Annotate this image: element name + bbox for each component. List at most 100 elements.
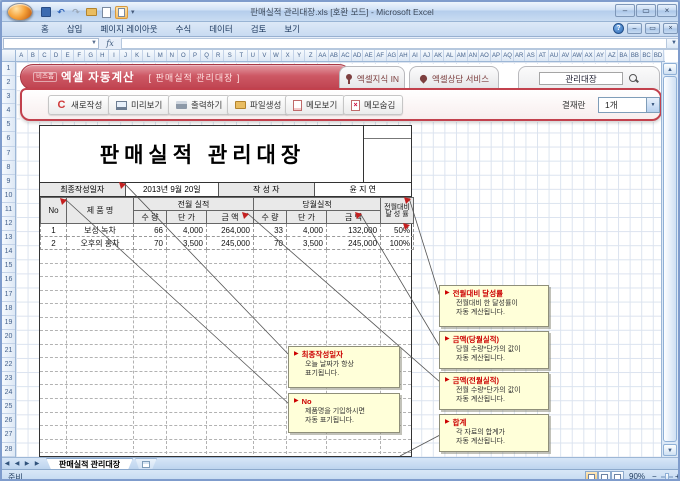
cell[interactable]: 132,000 (325, 223, 382, 237)
row-header-22[interactable]: 22 (2, 358, 15, 373)
ribbon-tab-2[interactable]: 페이지 레이아웃 (91, 22, 166, 36)
column-header-M[interactable]: M (155, 50, 167, 61)
column-header-J[interactable]: J (120, 50, 132, 61)
cell[interactable]: 3,500 (166, 236, 207, 250)
column-header-R[interactable]: R (213, 50, 225, 61)
row-header-7[interactable]: 7 (2, 147, 15, 161)
row-header-12[interactable]: 12 (2, 217, 15, 232)
column-header-AL[interactable]: AL (444, 50, 456, 61)
column-header-AZ[interactable]: AZ (606, 50, 619, 61)
empty-row[interactable] (40, 264, 411, 278)
author-value[interactable]: 윤 지 연 (315, 183, 411, 196)
vertical-scroll-thumb[interactable] (663, 76, 677, 442)
banner-button-5[interactable]: × 메모숨김 (343, 95, 404, 115)
print-preview-icon[interactable] (100, 6, 112, 18)
row-header-25[interactable]: 25 (2, 400, 15, 415)
column-header-AQ[interactable]: AQ (502, 50, 514, 61)
row-header-11[interactable]: 11 (2, 203, 15, 218)
column-header-BA[interactable]: BA (618, 50, 630, 61)
column-header-AS[interactable]: AS (525, 50, 538, 61)
row-header-8[interactable]: 8 (2, 161, 15, 175)
column-header-O[interactable]: O (178, 50, 190, 61)
row-header-18[interactable]: 18 (2, 302, 15, 316)
column-header-N[interactable]: N (167, 50, 179, 61)
row-header-4[interactable]: 4 (2, 104, 15, 119)
zoom-level[interactable]: 90% (629, 472, 645, 479)
banner-button-3[interactable]: 파일생성 (227, 95, 290, 115)
zoom-out-icon[interactable]: − (652, 472, 657, 479)
ribbon-tab-3[interactable]: 수식 (167, 22, 201, 36)
column-header-V[interactable]: V (259, 50, 271, 61)
group-curr-header[interactable]: 당월실적 (252, 197, 382, 211)
col-product-header[interactable]: 제 품 명 (66, 197, 134, 224)
col-rate-header[interactable]: 전월대비 달 성 률 (380, 197, 415, 224)
cell[interactable]: 66 (133, 223, 167, 237)
name-box[interactable]: ▼ (3, 37, 99, 49)
row-header-6[interactable]: 6 (2, 132, 15, 147)
column-header-AC[interactable]: AC (340, 50, 352, 61)
column-header-AI[interactable]: AI (410, 50, 422, 61)
column-header-AK[interactable]: AK (433, 50, 445, 61)
column-header-BC[interactable]: BC (641, 50, 653, 61)
cell[interactable]: 70 (253, 236, 287, 250)
insert-worksheet-tab[interactable] (135, 458, 157, 470)
help-icon[interactable]: ? (613, 23, 624, 34)
last-date-value[interactable]: 2013년 9월 20일 (126, 183, 220, 196)
cell[interactable]: 264,000 (206, 223, 254, 237)
column-header-F[interactable]: F (74, 50, 86, 61)
column-header-C[interactable]: C (39, 50, 51, 61)
column-header-A[interactable]: A (16, 50, 28, 61)
column-header-W[interactable]: W (271, 50, 283, 61)
column-header-AU[interactable]: AU (549, 50, 561, 61)
row-header-14[interactable]: 14 (2, 245, 15, 260)
save-icon[interactable] (40, 6, 52, 18)
empty-row[interactable] (40, 304, 411, 318)
workbook-restore-button[interactable]: ▭ (645, 23, 660, 34)
row-header-28[interactable]: 28 (2, 443, 15, 457)
cell[interactable]: 245,000 (206, 236, 254, 250)
column-header-AW[interactable]: AW (572, 50, 584, 61)
row-header-20[interactable]: 20 (2, 330, 15, 344)
row-header-3[interactable]: 3 (2, 90, 15, 105)
cell[interactable]: 33 (253, 223, 287, 237)
name-box-dropdown-icon[interactable]: ▼ (91, 40, 97, 46)
col-no-header[interactable]: No (40, 197, 67, 224)
column-header-H[interactable]: H (97, 50, 109, 61)
row-header-23[interactable]: 23 (2, 372, 15, 387)
column-header-AX[interactable]: AX (583, 50, 595, 61)
banner-button-2[interactable]: 출력하기 (168, 95, 231, 115)
row-header-15[interactable]: 15 (2, 259, 15, 274)
close-button[interactable]: × (657, 4, 677, 17)
row-header-9[interactable]: 9 (2, 175, 15, 189)
column-header-I[interactable]: I (109, 50, 121, 61)
cell[interactable]: 2 (40, 236, 67, 250)
column-header-K[interactable]: K (132, 50, 144, 61)
sheet-tab-active[interactable]: 판매실적 관리대장 (46, 458, 133, 470)
worksheet-grid[interactable]: 비즈폼 엑셀 자동계산 [ 판매실적 관리대장 ] 엑셀지식 IN 엑셀상담 서… (16, 62, 665, 457)
cell[interactable]: 보성 녹차 (66, 223, 134, 237)
undo-icon[interactable]: ↶ (55, 6, 67, 18)
column-header-Z[interactable]: Z (305, 50, 318, 61)
ribbon-tab-6[interactable]: 보기 (275, 22, 309, 36)
empty-row[interactable] (40, 440, 411, 454)
column-header-AA[interactable]: AA (317, 50, 329, 61)
column-header-Y[interactable]: Y (294, 50, 306, 61)
workbook-close-button[interactable]: × (663, 23, 678, 34)
highlighted-tool-icon[interactable] (115, 5, 128, 19)
row-header-24[interactable]: 24 (2, 386, 15, 401)
cell[interactable]: 50% (380, 223, 415, 237)
column-header-AN[interactable]: AN (468, 50, 480, 61)
row-header-1[interactable]: 1 (2, 62, 15, 77)
column-header-AR[interactable]: AR (514, 50, 526, 61)
row-header-21[interactable]: 21 (2, 344, 15, 358)
column-header-P[interactable]: P (190, 50, 202, 61)
column-header-D[interactable]: D (51, 50, 63, 61)
cell[interactable]: 70 (133, 236, 167, 250)
curr-qty-header[interactable]: 수 량 (253, 210, 287, 224)
curr-price-header[interactable]: 단 가 (286, 210, 327, 224)
prev-sheet-icon[interactable]: ◀ (12, 460, 22, 467)
banner-button-1[interactable]: 미리보기 (108, 95, 171, 115)
column-header-AB[interactable]: AB (329, 50, 341, 61)
prev-price-header[interactable]: 단 가 (166, 210, 207, 224)
ribbon-tab-0[interactable]: 홈 (32, 22, 58, 36)
